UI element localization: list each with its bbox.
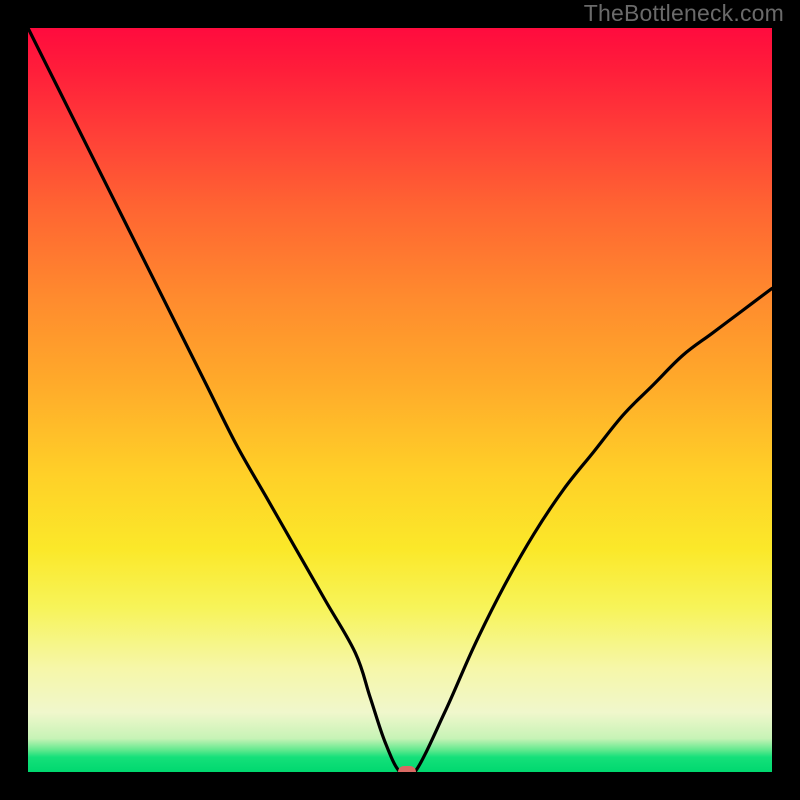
- bottleneck-curve: [28, 28, 772, 772]
- plot-area: [28, 28, 772, 772]
- watermark-text: TheBottleneck.com: [584, 0, 784, 27]
- optimum-marker: [398, 766, 416, 772]
- chart-canvas: TheBottleneck.com: [0, 0, 800, 800]
